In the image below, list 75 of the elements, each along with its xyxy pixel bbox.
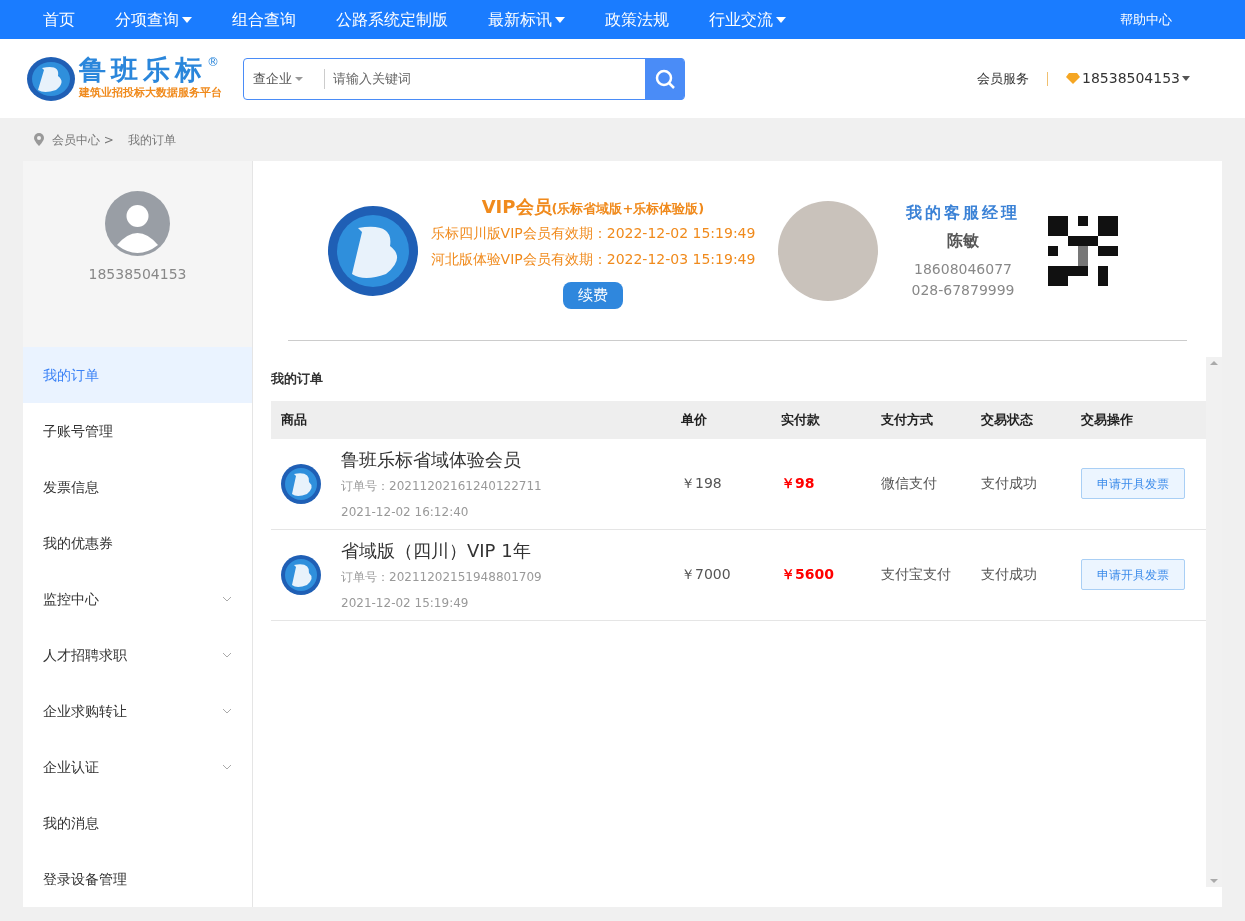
nav-link[interactable]: 政策法规 [605,7,669,32]
search-scope-dropdown[interactable]: 查企业 [244,68,324,89]
sidebar-item[interactable]: 企业认证 [23,739,252,795]
product-logo-icon [281,554,321,595]
invoice-button[interactable]: 申请开具发票 [1081,559,1185,590]
paid-amount: ￥5600 [781,565,835,584]
sidebar-item[interactable]: 我的订单 [23,347,252,403]
column-header: 交易状态 [981,410,1034,429]
chevron-down-icon [222,652,232,658]
brand-logo-icon [328,205,418,296]
unit-price: ￥198 [681,474,723,493]
payment-method: 支付宝支付 [881,565,952,584]
sidebar-item[interactable]: 企业求购转让 [23,683,252,739]
membership-expiry: 河北版体验VIP会员有效期：2022-12-03 15:19:49 [430,249,756,269]
order-number: 订单号：20211202161240122711 [341,478,542,495]
trade-status: 支付成功 [981,474,1038,493]
vip-title: VIP会员 [481,194,552,219]
trade-status: 支付成功 [981,565,1038,584]
qr-code-icon [1048,214,1118,287]
logo-slogan: 建筑业招投标大数据服务平台 [79,84,222,101]
chevron-down-icon [222,764,232,770]
location-pin-icon [34,133,44,146]
order-time: 2021-12-02 15:19:49 [341,595,470,612]
manager-heading: 我的客服经理 [906,201,1020,224]
search-button[interactable] [645,57,684,100]
order-number: 订单号：20211202151948801709 [341,569,542,586]
search-field[interactable]: 查企业 请输入关键词 [243,57,685,100]
sidebar-item[interactable]: 我的优惠券 [23,515,252,571]
diamond-icon [1066,73,1080,84]
username: 18538504153 [88,265,187,284]
renew-button[interactable]: 续费 [563,281,623,309]
column-header: 实付款 [781,410,821,429]
sidebar-item[interactable]: 我的消息 [23,795,252,851]
nav-link[interactable]: 分项查询 [115,7,192,32]
nav-link[interactable]: 首页 [43,7,75,32]
unit-price: ￥7000 [681,565,732,584]
order-time: 2021-12-02 16:12:40 [341,504,470,521]
scrollbar[interactable] [1206,357,1222,887]
logo-icon [26,55,76,102]
column-header: 单价 [681,410,708,429]
column-header: 商品 [280,410,308,429]
section-title: 我的订单 [271,370,324,388]
avatar-icon [105,191,170,256]
invoice-button[interactable]: 申请开具发票 [1081,468,1185,499]
paid-amount: ￥98 [781,474,816,493]
breadcrumb-link[interactable]: 我的订单 [127,130,176,149]
nav-link[interactable]: 组合查询 [232,7,296,32]
sidebar-item[interactable]: 登录设备管理 [23,851,252,907]
registered-mark: ® [207,55,219,68]
product-logo-icon [281,463,321,504]
help-center-link[interactable]: 帮助中心 [1120,9,1172,30]
breadcrumb-link[interactable]: 会员中心 > [52,130,114,149]
chevron-down-icon [222,708,232,714]
chevron-down-icon [222,596,232,602]
product-name: 省域版（四川）VIP 1年 [341,539,532,563]
manager-name: 陈敏 [947,229,979,252]
manager-phone: 18608046077 [914,259,1012,279]
sidebar-item[interactable]: 发票信息 [23,459,252,515]
nav-link[interactable]: 公路系统定制版 [336,7,448,32]
sidebar-item[interactable]: 子账号管理 [23,403,252,459]
sidebar-item[interactable]: 监控中心 [23,571,252,627]
member-service-link[interactable]: 会员服务 [977,68,1029,89]
sidebar-item[interactable]: 人才招聘求职 [23,627,252,683]
column-header: 支付方式 [881,410,934,429]
column-header: 交易操作 [1081,410,1134,429]
vip-subtitle: (乐标省域版+乐标体验版) [551,200,705,218]
manager-tel: 028-67879999 [911,280,1015,300]
account-menu[interactable]: 18538504153 [1066,68,1190,89]
payment-method: 微信支付 [881,474,938,493]
search-icon [653,67,676,90]
logo-name: 鲁班乐标 [79,55,207,83]
product-name: 鲁班乐标省域体验会员 [341,448,522,472]
nav-link[interactable]: 最新标讯 [488,7,565,32]
membership-expiry: 乐标四川版VIP会员有效期：2022-12-02 15:19:49 [430,223,756,243]
nav-link[interactable]: 行业交流 [709,7,786,32]
